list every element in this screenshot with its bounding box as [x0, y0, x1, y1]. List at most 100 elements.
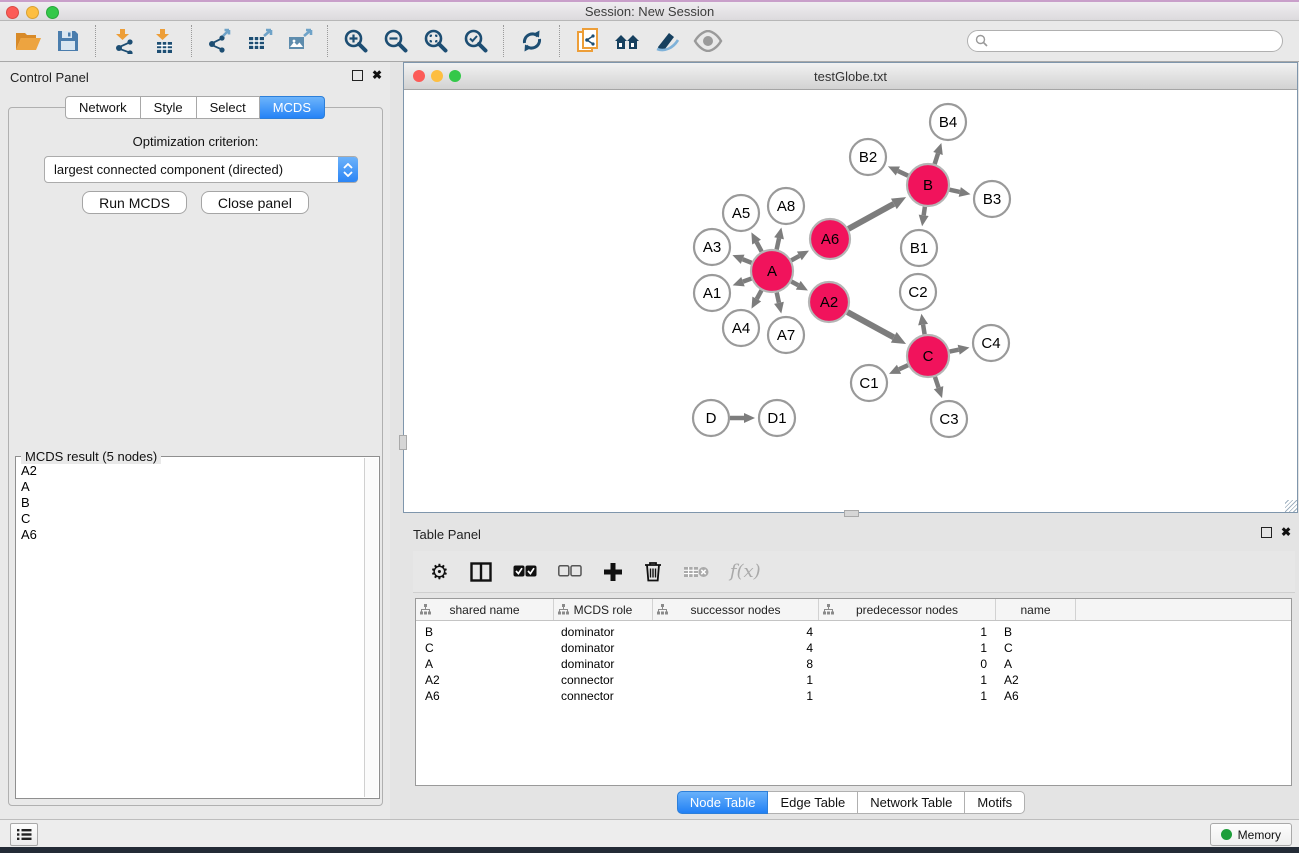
table-row[interactable]: Cdominator41C: [416, 640, 1291, 656]
zoom-out-icon[interactable]: [379, 25, 413, 57]
search-input[interactable]: [967, 30, 1283, 52]
mcds-result-item[interactable]: C: [21, 511, 363, 527]
tab-select[interactable]: Select: [197, 96, 260, 119]
tab-mcds[interactable]: MCDS: [260, 96, 325, 119]
table-row[interactable]: A2connector11A2: [416, 672, 1291, 688]
table-row[interactable]: A6connector11A6: [416, 688, 1291, 704]
table-cell[interactable]: 8: [653, 657, 819, 671]
graph-edge-A-A5[interactable]: [757, 242, 762, 251]
table-cell[interactable]: A2: [996, 673, 1076, 687]
network-canvas[interactable]: AA6A2BCA1A3A4A5A7A8B1B2B3B4C1C2C3C4DD1: [404, 90, 1297, 512]
graph-edge-C-C1[interactable]: [899, 365, 908, 369]
criterion-dropdown[interactable]: largest connected component (directed): [44, 156, 358, 183]
graph-edge-A6-B[interactable]: [848, 204, 893, 229]
table-row[interactable]: Adominator80A: [416, 656, 1291, 672]
graph-edge-C-C4[interactable]: [950, 350, 959, 352]
mcds-result-scrollbar[interactable]: [364, 458, 378, 797]
table-cell[interactable]: connector: [554, 689, 653, 703]
refresh-view-icon[interactable]: [515, 25, 549, 57]
split-columns-icon[interactable]: [470, 559, 492, 585]
column-header-MCDS-role[interactable]: MCDS role: [554, 599, 653, 620]
table-cell[interactable]: 1: [819, 673, 996, 687]
table-cell[interactable]: C: [996, 641, 1076, 655]
graph-edge-A-A6[interactable]: [791, 256, 799, 260]
graph-edge-A-A4[interactable]: [757, 290, 762, 299]
graph-edge-A-A3[interactable]: [743, 259, 752, 263]
table-cell[interactable]: A: [416, 657, 554, 671]
graph-edge-A-A2[interactable]: [791, 282, 798, 286]
close-panel-button[interactable]: Close panel: [201, 191, 309, 214]
export-image-icon[interactable]: [283, 25, 317, 57]
table-row[interactable]: Bdominator41B: [416, 624, 1291, 640]
column-header-name[interactable]: name: [996, 599, 1076, 620]
tab-network-table[interactable]: Network Table: [858, 791, 965, 814]
node-table[interactable]: shared nameMCDS rolesuccessor nodesprede…: [415, 598, 1292, 786]
table-cell[interactable]: B: [416, 625, 554, 639]
run-mcds-button[interactable]: Run MCDS: [82, 191, 187, 214]
table-cell[interactable]: A: [996, 657, 1076, 671]
table-settings-icon[interactable]: ⚙: [430, 559, 449, 585]
window-resize-grip[interactable]: [1285, 500, 1297, 512]
zoom-in-icon[interactable]: [339, 25, 373, 57]
table-cell[interactable]: A2: [416, 673, 554, 687]
save-session-icon[interactable]: [51, 25, 85, 57]
table-cell[interactable]: A6: [996, 689, 1076, 703]
tab-network[interactable]: Network: [65, 96, 141, 119]
new-network-icon[interactable]: [571, 25, 605, 57]
export-network-icon[interactable]: [203, 25, 237, 57]
tab-style[interactable]: Style: [141, 96, 197, 119]
table-cell[interactable]: dominator: [554, 641, 653, 655]
graph-edge-A-A8[interactable]: [777, 238, 779, 249]
table-cell[interactable]: 1: [819, 641, 996, 655]
graph-edge-B-B3[interactable]: [949, 190, 959, 192]
mcds-result-item[interactable]: A2: [21, 463, 363, 479]
close-table-panel-icon[interactable]: ✖: [1281, 526, 1291, 538]
network-window-titlebar[interactable]: testGlobe.txt: [404, 63, 1297, 90]
function-builder-icon[interactable]: f(x): [730, 559, 761, 585]
graph-edge-A-A7[interactable]: [777, 292, 779, 302]
horizontal-split-handle[interactable]: [844, 510, 859, 517]
column-header-shared-name[interactable]: shared name: [416, 599, 554, 620]
mcds-result-item[interactable]: B: [21, 495, 363, 511]
show-graphics-details-icon[interactable]: [691, 25, 725, 57]
float-panel-icon[interactable]: [352, 70, 363, 81]
birds-eye-view-icon[interactable]: [611, 25, 645, 57]
select-all-icon[interactable]: [513, 559, 537, 585]
mcds-result-item[interactable]: A: [21, 479, 363, 495]
memory-button[interactable]: Memory: [1210, 823, 1292, 846]
tab-motifs[interactable]: Motifs: [965, 791, 1025, 814]
zoom-selected-icon[interactable]: [459, 25, 493, 57]
graph-edge-C-C2[interactable]: [923, 325, 925, 335]
table-cell[interactable]: dominator: [554, 657, 653, 671]
graph-edge-A-A1[interactable]: [743, 279, 751, 282]
tab-node-table[interactable]: Node Table: [677, 791, 769, 814]
table-cell[interactable]: 0: [819, 657, 996, 671]
close-panel-icon[interactable]: ✖: [372, 69, 382, 81]
table-cell[interactable]: dominator: [554, 625, 653, 639]
delete-column-icon[interactable]: [644, 559, 662, 585]
deselect-all-icon[interactable]: [558, 559, 582, 585]
split-pane-handle[interactable]: [399, 435, 407, 450]
import-table-icon[interactable]: [147, 25, 181, 57]
delete-table-icon[interactable]: [683, 559, 709, 585]
table-cell[interactable]: A6: [416, 689, 554, 703]
table-cell[interactable]: B: [996, 625, 1076, 639]
table-cell[interactable]: 1: [653, 689, 819, 703]
table-cell[interactable]: 1: [819, 625, 996, 639]
table-cell[interactable]: connector: [554, 673, 653, 687]
table-cell[interactable]: C: [416, 641, 554, 655]
graph-edge-B-B1[interactable]: [924, 207, 925, 216]
export-table-icon[interactable]: [243, 25, 277, 57]
mcds-result-list[interactable]: A2ABCA6: [21, 463, 363, 796]
mcds-result-item[interactable]: A6: [21, 527, 363, 543]
float-table-panel-icon[interactable]: [1261, 527, 1272, 538]
zoom-fit-icon[interactable]: [419, 25, 453, 57]
graph-edge-B-B2[interactable]: [898, 171, 908, 176]
add-column-icon[interactable]: [603, 559, 623, 585]
hide-annotations-icon[interactable]: [651, 25, 685, 57]
import-network-icon[interactable]: [107, 25, 141, 57]
graph-edge-B-B4[interactable]: [935, 153, 938, 164]
tab-edge-table[interactable]: Edge Table: [768, 791, 858, 814]
table-cell[interactable]: 1: [653, 673, 819, 687]
table-cell[interactable]: 4: [653, 625, 819, 639]
